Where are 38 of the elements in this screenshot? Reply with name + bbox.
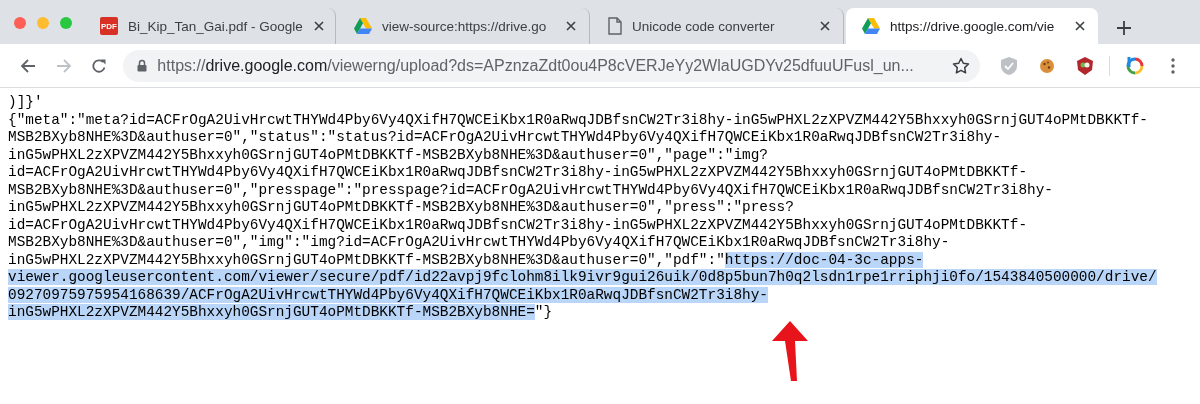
source-text: id=ACFrOgA2UivHrcwtTHYWd4Pby6Vy4QXifH7QWCEiKbx1R0aRwqJDBfsnCW2Tr3i8hy-inG5wPHXL2zXPVZM442Y5Bhxxyh0GSrnjGUT4oPMtDBKKTf- (8, 164, 1028, 180)
close-icon[interactable] (1074, 20, 1086, 32)
menu-icon[interactable] (1171, 57, 1176, 74)
shield-check-icon[interactable] (1000, 55, 1019, 76)
source-text: inG5wPHXL2zXPVZM442Y5Bhxxyh0GSrnjGUT4oPMtDBKKTf-MSB2BXyb8NHE%3D&authuser=0","pdf":" (8, 251, 725, 268)
selected-source-text: https://doc-04-3c-apps- (724, 251, 924, 268)
star-icon[interactable] (952, 56, 971, 75)
back-arrow-icon[interactable] (19, 57, 36, 74)
source-text: inG5wPHXL2zXPVZM442Y5Bhxxyh0GSrnjGUT4oPMtDBKKTf-MSB2BXyb8NHE%3D&authuser=0","press":"press? (8, 199, 794, 215)
reload-icon[interactable] (91, 57, 108, 74)
extension-badge-icon[interactable] (1074, 55, 1095, 76)
browser-tab[interactable]: view-source:https://drive.go (338, 8, 590, 44)
source-text: MSB2BXyb8NHE%3D&authuser=0","presspage":"presspage?id=ACFrOgA2UivHrcwtTHYWd4Pby6Vy4QXifH7QWCEiKbx1R0aRwqJDBfsnCW2Tr3i8hy- (8, 181, 1053, 198)
lock-icon (137, 59, 148, 72)
close-icon[interactable] (819, 20, 831, 32)
document-icon (608, 17, 622, 35)
drive-icon (862, 18, 880, 34)
source-text: id=ACFrOgA2UivHrcwtTHYWd4Pby6Vy4QXifH7QWCEiKbx1R0aRwqJDBfsnCW2Tr3i8hy-inG5wPHXL2zXPVZM442Y5Bhxxyh0GSrnjGUT4oPMtDBKKTf- (8, 216, 1028, 233)
browser-tab[interactable]: Unicode code converter (592, 8, 844, 44)
source-text: inG5wPHXL2zXPVZM442Y5Bhxxyh0GSrnjGUT4oPMtDBKKTf-MSB2BXyb8NHE%3D&authuser=0","page":"img? (8, 146, 768, 163)
drive-icon (354, 18, 372, 34)
source-text: {"meta":"meta?id=ACFrOgA2UivHrcwtTHYWd4Pby6Vy4QXifH7QWCEiKbx1R0aRwqJDBfsnCW2Tr3i8hy-inG5wPHXL2zXPVZM442Y5Bhxxyh0GSrnjGUT4oPMtDBKKTf- (8, 111, 1148, 128)
selected-source-text: viewer.googleusercontent.com/viewer/secure/pdf/id22avpj9fclohm8ilk9ivr9gui26uik/0d8p5bun7h0q2lsdn1rpe1rriphji0fo/1543840500000/drive/ (8, 269, 1157, 285)
close-icon[interactable] (312, 20, 325, 32)
source-text: "} (534, 304, 553, 320)
source-text: MSB2BXyb8NHE%3D&authuser=0","status":"status?id=ACFrOgA2UivHrcwtTHYWd4Pby6Vy4QXifH7QWCEiKbx1R0aRwqJDBfsnCW2Tr3i8hy- (8, 129, 1002, 145)
browser-tab[interactable]: https://drive.google.com/vie (846, 8, 1098, 44)
source-text: MSB2BXyb8NHE%3D&authuser=0","img":"img?id=ACFrOgA2UivHrcwtTHYWd4Pby6Vy4QXifH7QWCEiKbx1R0aRwqJDBfsnCW2Tr3i8hy- (8, 234, 950, 250)
selected-source-text: inG5wPHXL2zXPVZM442Y5Bhxxyh0GSrnjGUT4oPMtDBKKTf-MSB2BXyb8NHE= (8, 304, 535, 320)
ring-logo-icon[interactable] (1125, 55, 1146, 76)
address-bar[interactable]: https://drive.google.com/viewerng/upload?ds=APznzaZdt0ou4P8cVERJeYy2WlaUGDYv25dfuuUFusl_un... (123, 49, 981, 82)
browser-tab[interactable]: PDF Bi_Kip_Tan_Gai.pdf - Google (84, 8, 336, 44)
plus-icon[interactable] (1116, 20, 1132, 36)
pdf-icon: PDF (100, 17, 118, 35)
selected-source-text: 09270975975954168639/ACFrOgA2UivHrcwtTHYWd4Pby6Vy4QXifH7QWCEiKbx1R0aRwqJDBfsnCW2Tr3i8hy- (8, 286, 768, 303)
cookie-icon[interactable] (1038, 57, 1055, 74)
close-icon[interactable] (565, 20, 577, 32)
source-text: )]}' (8, 94, 43, 110)
